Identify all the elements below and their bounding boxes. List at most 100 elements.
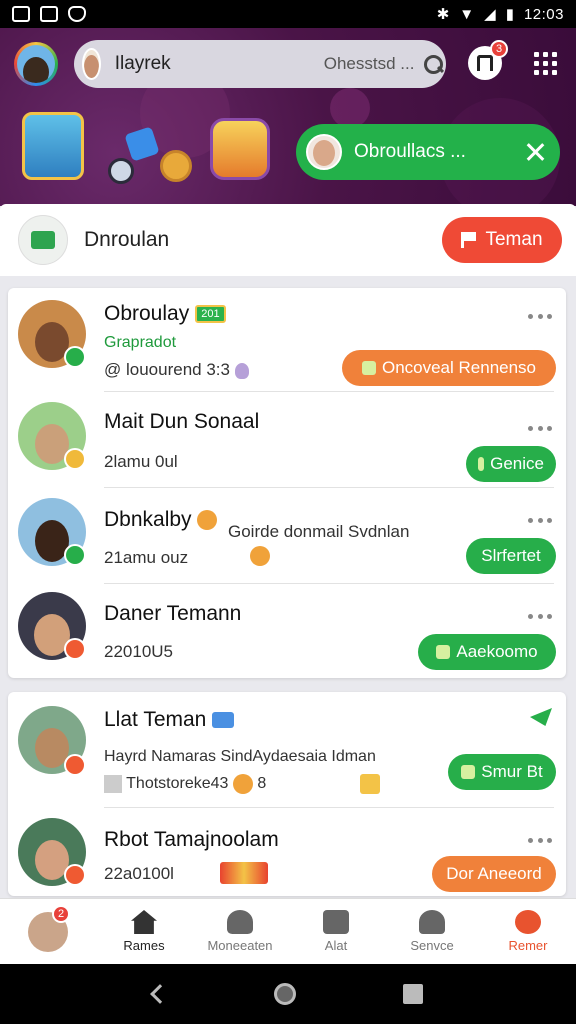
gift-icon — [361, 361, 376, 375]
game-icon — [461, 765, 476, 779]
nav-home[interactable]: Rames — [96, 899, 192, 964]
chart-icon — [323, 910, 349, 934]
list-item[interactable]: Rbot Tamajnoolam 22a0100l Dor Aneeord — [8, 808, 566, 896]
friend-action-button[interactable]: Dor Aneeord — [432, 856, 556, 892]
friend-action-button[interactable]: Genice — [466, 446, 556, 482]
friend-name: Llat Teman — [104, 708, 235, 732]
system-nav-bar — [0, 964, 576, 1024]
signal-icon: ◢ — [484, 6, 496, 23]
friend-subtext-2: Thotstoreke43 8 — [104, 774, 266, 794]
nav-chat[interactable]: Remer — [480, 899, 576, 964]
fire-badge-icon — [64, 864, 86, 886]
friend-action-button[interactable]: Aaekoomo — [418, 634, 556, 670]
game-tile-icon[interactable] — [22, 112, 84, 180]
bell-icon — [477, 55, 493, 71]
gift-icon — [360, 774, 380, 794]
hero-header: Ilayrek 3 Obroullacs ... — [0, 28, 576, 206]
online-badge-icon — [64, 544, 86, 566]
nav-profile[interactable]: 2 — [0, 899, 96, 964]
friend-action-label: Oncoveal Rennenso — [381, 358, 537, 377]
back-icon[interactable] — [150, 984, 171, 1004]
notification-button[interactable]: 3 — [468, 40, 508, 80]
gamepad-icon — [227, 910, 253, 934]
section-title: Dnroulan — [84, 228, 170, 251]
friend-subtext: 21amu ouz — [104, 548, 189, 567]
fire-badge-icon — [64, 754, 86, 776]
friend-action-label: Slrfertet — [481, 546, 541, 565]
status-bar: ✱ ▼ ◢ ▮ 12:03 — [0, 0, 576, 28]
friend-name: Mait Dun Sonaal — [104, 410, 260, 433]
robot-icon — [108, 158, 134, 184]
online-badge-icon — [64, 346, 86, 368]
list-item[interactable]: Obroulay 201 Grapradot @ louourend 3:3 On… — [8, 288, 566, 392]
more-icon[interactable] — [528, 518, 552, 524]
friend-action-label: Dor Aneeord — [446, 864, 542, 883]
game-tag-icon — [212, 712, 235, 729]
game-character-icon[interactable] — [210, 118, 270, 180]
friend-name: Daner Temann — [104, 602, 242, 625]
friend-status: Grapradot — [104, 334, 177, 351]
search-user-name: Ilayrek — [114, 53, 171, 74]
friend-name: Rbot Tamajnoolam — [104, 828, 279, 851]
more-icon[interactable] — [528, 614, 552, 620]
bluetooth-icon: ✱ — [436, 6, 450, 23]
friend-toast[interactable]: Obroullacs ... — [296, 124, 560, 180]
potion-icon — [234, 362, 249, 379]
apps-grid-icon[interactable] — [530, 48, 560, 78]
sticker-icon — [220, 862, 268, 884]
coin-icon — [160, 150, 192, 182]
bottom-nav: 2 Rames Moneeaten Alat Senvce Remer — [0, 898, 576, 964]
section-header: Dnroulan Teman — [0, 204, 576, 276]
section-icon — [18, 215, 68, 265]
friend-subtext: Hayrd Namaras SindAydaesaia Idman — [104, 748, 376, 765]
friend-action-button[interactable]: Oncoveal Rennenso — [342, 350, 556, 386]
list-item[interactable]: Daner Temann 22010U5 Aaekoomo — [8, 584, 566, 678]
close-icon[interactable] — [524, 141, 546, 163]
shield-notification-icon — [68, 6, 86, 22]
toast-avatar — [306, 134, 342, 170]
friend-subtext: 22a0100l — [104, 864, 174, 883]
friend-name: Dbnkalby — [104, 508, 218, 532]
nav-friends[interactable]: Senvce — [384, 899, 480, 964]
list-item[interactable]: Dbnkalby Goirde donmail Svdnlan 21amu ou… — [8, 488, 566, 584]
more-icon[interactable] — [528, 314, 552, 320]
app-notification-icon — [40, 6, 58, 22]
nav-friends-label: Senvce — [410, 938, 454, 953]
wifi-icon: ▼ — [459, 5, 475, 23]
level-badge: 201 — [195, 305, 226, 324]
friend-subtext: @ louourend 3:3 — [104, 360, 249, 380]
friend-action-label: Aaekoomo — [456, 642, 538, 661]
profile-avatar[interactable] — [14, 42, 58, 86]
notification-badge: 3 — [490, 40, 508, 58]
list-item[interactable]: Mait Dun Sonaal 2lamu 0ul Genice — [8, 392, 566, 488]
send-icon[interactable] — [530, 708, 552, 726]
more-icon[interactable] — [528, 426, 552, 432]
friend-subtext: 2lamu 0ul — [104, 452, 178, 471]
search-icon[interactable] — [422, 53, 443, 75]
chat-icon — [515, 910, 541, 934]
image-notification-icon — [12, 6, 30, 22]
search-input[interactable] — [193, 54, 423, 74]
friend-action-button[interactable]: Slrfertet — [466, 538, 556, 574]
flag-icon — [461, 232, 477, 248]
home-button-icon[interactable] — [273, 983, 296, 1005]
game-icon — [436, 645, 451, 659]
home-icon — [131, 910, 157, 934]
recents-icon[interactable] — [402, 984, 423, 1004]
nav-games[interactable]: Moneeaten — [192, 899, 288, 964]
more-icon[interactable] — [528, 838, 552, 844]
store-icon — [31, 231, 55, 249]
nav-chart[interactable]: Alat — [288, 899, 384, 964]
battery-icon: ▮ — [505, 6, 514, 23]
friend-name: Obroulay 201 — [104, 302, 226, 326]
toast-text: Obroullacs ... — [354, 141, 466, 162]
list-item[interactable]: Llat Teman Hayrd Namaras SindAydaesaia I… — [8, 692, 566, 808]
nav-chart-label: Alat — [324, 938, 348, 953]
search-bar[interactable]: Ilayrek — [74, 40, 446, 88]
friend-subtext: 22010U5 — [104, 642, 174, 661]
emoji-icon — [197, 510, 218, 531]
friend-action-button[interactable]: Smur Bt — [448, 754, 556, 790]
teman-button[interactable]: Teman — [442, 217, 562, 263]
nav-profile-badge: 2 — [52, 905, 70, 923]
clock: 12:03 — [523, 5, 564, 23]
